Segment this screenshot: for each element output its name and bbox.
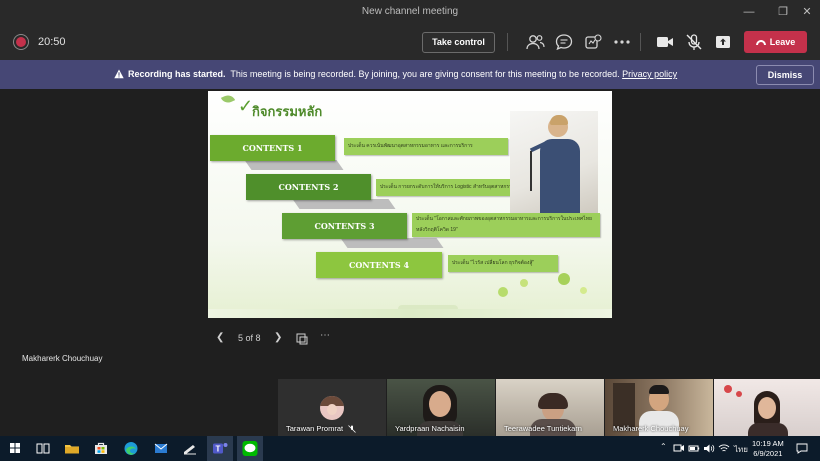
banner-text: This meeting is being recorded. By joini… xyxy=(230,69,620,79)
connector-band xyxy=(340,238,444,248)
flower-decoration xyxy=(498,287,508,297)
share-screen-icon[interactable] xyxy=(712,32,734,52)
leave-label: Leave xyxy=(769,37,796,47)
participant-tile[interactable]: Yardpraan Nachaisin xyxy=(387,379,495,436)
recording-banner: Recording has started. This meeting is b… xyxy=(0,60,820,89)
participant-tile[interactable]: Teerawadee Tuntiekarn xyxy=(496,379,604,436)
clock-time: 10:19 AM xyxy=(752,439,784,448)
battery-icon xyxy=(688,445,700,452)
speaker-photo xyxy=(510,111,598,213)
store-icon[interactable] xyxy=(92,440,110,457)
connector-band xyxy=(292,199,396,209)
banner-message: Recording has started. This meeting is b… xyxy=(128,69,677,79)
connector-band xyxy=(244,160,344,170)
restore-icon[interactable]: ❐ xyxy=(774,4,792,20)
meet-now-icon[interactable] xyxy=(673,443,685,454)
contents-3-desc: ประเด็น "โอกาสและศักยภาพของอุตสาหกรรมอาห… xyxy=(412,213,600,237)
ground-decoration xyxy=(208,309,612,318)
contents-4-box: CONTENTS 4 xyxy=(316,252,442,278)
slide-gallery-icon[interactable] xyxy=(296,333,308,345)
flower-decoration xyxy=(558,273,570,285)
video-gallery: Tarawan Promrat Yardpraan Nachaisin Teer… xyxy=(0,379,820,436)
contents-4-desc: ประเด็น "ไวรัส เปลี่ยนโลก ธุรกิจต้องสู้" xyxy=(448,255,558,272)
dismiss-button[interactable]: Dismiss xyxy=(756,65,814,85)
participant-tile[interactable]: Makharerk Chouchuay xyxy=(605,379,713,436)
notifications-icon[interactable] xyxy=(796,443,808,454)
leave-button[interactable]: Leave xyxy=(744,31,807,53)
take-control-button[interactable]: Take control xyxy=(422,32,495,53)
phone-hangup-icon xyxy=(755,40,766,46)
recording-indicator-icon xyxy=(16,37,26,47)
participant-tile[interactable]: Tarawan Promrat xyxy=(278,379,386,436)
warning-icon xyxy=(114,69,124,79)
participant-name: Tarawan Promrat xyxy=(286,424,344,433)
avatar xyxy=(320,396,344,420)
wifi-icon[interactable] xyxy=(718,443,730,454)
system-clock[interactable]: 10:19 AM 6/9/2021 xyxy=(752,439,784,459)
meeting-controls-bar: 20:50 Take control Leave xyxy=(0,24,820,60)
more-options-icon[interactable] xyxy=(611,32,633,52)
banner-heading: Recording has started. xyxy=(128,69,226,79)
meeting-timer: 20:50 xyxy=(38,36,66,48)
participant-name: Makharerk Chouchuay xyxy=(613,424,689,433)
task-view-icon[interactable] xyxy=(34,440,52,457)
title-bar: New channel meeting — ❐ ✕ xyxy=(0,0,820,24)
presenter-name: Makharerk Chouchuay xyxy=(22,354,103,363)
divider xyxy=(640,33,641,51)
slide-page-indicator: 5 of 8 xyxy=(238,333,261,343)
windows-taskbar: T ⌃ ไทย 10:19 AM 6/9/2021 xyxy=(0,436,820,461)
contents-1-box: CONTENTS 1 xyxy=(210,135,335,161)
volume-icon[interactable] xyxy=(703,443,715,454)
chat-icon[interactable] xyxy=(553,32,575,52)
participants-icon[interactable] xyxy=(524,32,546,52)
window-title: New channel meeting xyxy=(361,6,459,17)
next-slide-icon[interactable]: ❯ xyxy=(274,332,282,348)
teams-icon[interactable]: T xyxy=(211,440,229,457)
pen-app-icon[interactable] xyxy=(181,440,199,457)
privacy-policy-link[interactable]: Privacy policy xyxy=(622,69,677,79)
shared-slide: ✓ กิจกรรมหลัก CONTENTS 1 ประเด็น ควรเน้น… xyxy=(208,91,612,318)
windows-start-icon[interactable] xyxy=(6,440,24,457)
participant-tile[interactable] xyxy=(714,379,820,436)
contents-2-box: CONTENTS 2 xyxy=(246,174,371,200)
reactions-icon[interactable] xyxy=(582,32,604,52)
line-app-icon[interactable] xyxy=(241,440,259,457)
mail-icon[interactable] xyxy=(152,440,170,457)
muted-mic-icon xyxy=(348,425,356,433)
flower-decoration xyxy=(520,279,528,287)
leaf-decoration xyxy=(220,92,236,106)
slide-title: กิจกรรมหลัก xyxy=(252,105,323,120)
flower-decoration xyxy=(580,287,587,294)
contents-3-box: CONTENTS 3 xyxy=(282,213,407,239)
participant-name: Teerawadee Tuntiekarn xyxy=(504,424,582,433)
edge-browser-icon[interactable] xyxy=(122,440,140,457)
divider xyxy=(507,33,508,51)
checkmark-icon: ✓ xyxy=(238,96,254,116)
camera-icon[interactable] xyxy=(654,32,676,52)
file-explorer-icon[interactable] xyxy=(63,440,81,457)
show-hidden-icons-icon[interactable]: ⌃ xyxy=(660,442,667,451)
participant-name: Yardpraan Nachaisin xyxy=(395,424,465,433)
minimize-icon[interactable]: — xyxy=(740,4,758,20)
previous-slide-icon[interactable]: ❮ xyxy=(216,332,224,348)
input-language[interactable]: ไทย xyxy=(734,443,748,456)
clock-date: 6/9/2021 xyxy=(753,449,783,458)
close-icon[interactable]: ✕ xyxy=(798,4,816,20)
svg-text:T: T xyxy=(216,445,221,454)
microphone-muted-icon[interactable] xyxy=(683,32,705,52)
contents-1-desc: ประเด็น ควรเน้นพัฒนาอุตสาหกรรมอาหาร และก… xyxy=(344,138,508,155)
shared-content-stage: ✓ กิจกรรมหลัก CONTENTS 1 ประเด็น ควรเน้น… xyxy=(0,89,820,379)
slide-more-icon[interactable]: ⋯ xyxy=(320,330,330,346)
